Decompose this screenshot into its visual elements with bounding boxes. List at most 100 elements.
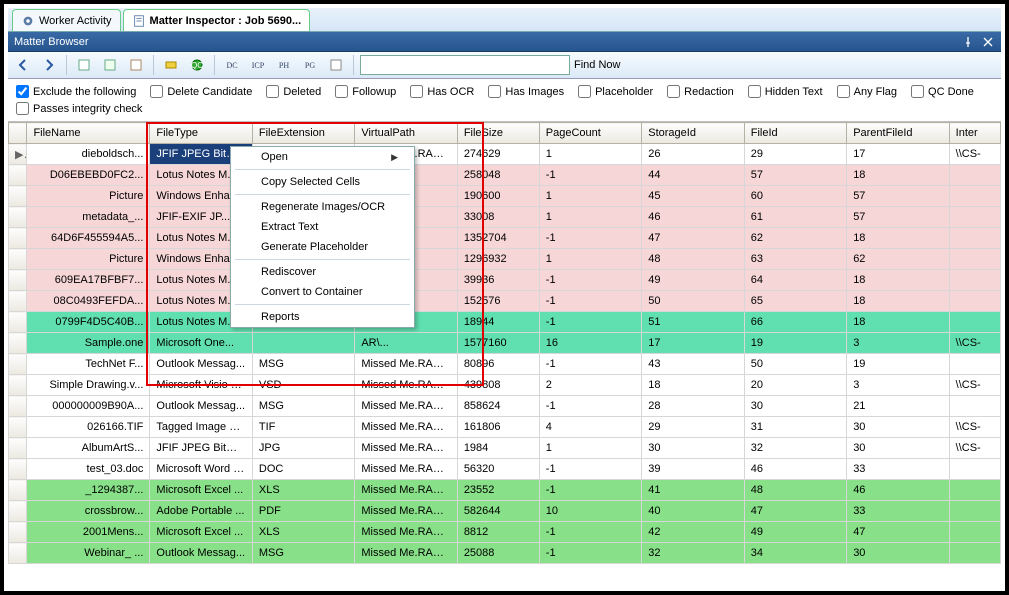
table-row[interactable]: crossbrow...Adobe Portable ...PDFMissed … [9, 501, 1001, 522]
cell[interactable]: -1 [539, 291, 641, 312]
cell[interactable] [949, 249, 1000, 270]
cell[interactable]: Outlook Messag... [150, 543, 252, 564]
cell[interactable]: -1 [539, 459, 641, 480]
cell[interactable]: Adobe Portable ... [150, 501, 252, 522]
cell[interactable]: 50 [642, 291, 744, 312]
cell[interactable]: 18 [847, 228, 949, 249]
cell[interactable]: -1 [539, 543, 641, 564]
cell[interactable]: 29 [744, 144, 846, 165]
cell[interactable]: 1 [539, 249, 641, 270]
cell[interactable]: 4 [539, 417, 641, 438]
cell[interactable]: metadata_... [27, 207, 150, 228]
cell[interactable]: 000000009B90A... [27, 396, 150, 417]
menu-item[interactable]: Extract Text [231, 217, 414, 237]
column-header[interactable]: StorageId [642, 123, 744, 144]
exclude-following-checkbox[interactable]: Exclude the following [16, 85, 136, 98]
cell[interactable]: XLS [252, 480, 354, 501]
table-row[interactable]: 64D6F455594A5...Lotus Notes M...AR\...13… [9, 228, 1001, 249]
cell[interactable]: TechNet F... [27, 354, 150, 375]
data-grid[interactable]: FileNameFileTypeFileExtensionVirtualPath… [8, 122, 1001, 564]
table-row[interactable]: 609EA17BFBF7...Lotus Notes M...AR\...399… [9, 270, 1001, 291]
cell[interactable]: 1296932 [457, 249, 539, 270]
tag-yellow-button[interactable] [160, 54, 182, 76]
row-handle[interactable] [9, 480, 27, 501]
cell[interactable]: 41 [642, 480, 744, 501]
cell[interactable]: 33008 [457, 207, 539, 228]
row-handle[interactable] [9, 438, 27, 459]
cell[interactable] [949, 228, 1000, 249]
filter-checkbox[interactable]: QC Done [911, 85, 974, 98]
filter-checkbox[interactable]: Hidden Text [748, 85, 823, 98]
row-handle[interactable] [9, 543, 27, 564]
cell[interactable]: 19 [847, 354, 949, 375]
cell[interactable]: 40 [642, 501, 744, 522]
doc-button-2[interactable] [99, 54, 121, 76]
cell[interactable]: 2 [539, 375, 641, 396]
table-row[interactable]: PictureWindows Enha...AR\...190600145605… [9, 186, 1001, 207]
cell[interactable]: Simple Drawing.v... [27, 375, 150, 396]
cell[interactable]: Picture [27, 249, 150, 270]
menu-item[interactable]: Reports [231, 307, 414, 327]
row-handle[interactable] [9, 522, 27, 543]
cell[interactable]: 57 [847, 186, 949, 207]
cell[interactable]: 18 [642, 375, 744, 396]
row-handle[interactable] [9, 501, 27, 522]
cell[interactable]: 57 [847, 207, 949, 228]
cell[interactable]: 49 [642, 270, 744, 291]
row-handle[interactable] [9, 459, 27, 480]
filter-checkbox[interactable]: Delete Candidate [150, 85, 252, 98]
cell[interactable]: 26 [642, 144, 744, 165]
cell[interactable]: Missed Me.RAR\... [355, 459, 457, 480]
cell[interactable]: 28 [642, 396, 744, 417]
filter-checkbox[interactable]: Any Flag [837, 85, 897, 98]
column-header[interactable]: FileType [150, 123, 252, 144]
table-row[interactable]: 2001Mens...Microsoft Excel ...XLSMissed … [9, 522, 1001, 543]
filter-checkbox[interactable]: Has OCR [410, 85, 474, 98]
cell[interactable] [949, 291, 1000, 312]
cell[interactable] [949, 312, 1000, 333]
table-row[interactable]: Sample.oneMicrosoft One...AR\...15771601… [9, 333, 1001, 354]
cell[interactable]: -1 [539, 165, 641, 186]
cell[interactable]: -1 [539, 396, 641, 417]
row-handle[interactable] [9, 417, 27, 438]
table-row[interactable]: test_03.docMicrosoft Word 9...DOCMissed … [9, 459, 1001, 480]
cell[interactable]: test_03.doc [27, 459, 150, 480]
cell[interactable]: 30 [847, 417, 949, 438]
cell[interactable] [949, 207, 1000, 228]
table-row[interactable]: 000000009B90A...Outlook Messag...MSGMiss… [9, 396, 1001, 417]
pin-icon[interactable] [961, 35, 975, 49]
row-handle[interactable] [9, 270, 27, 291]
cell[interactable]: Microsoft Excel ... [150, 522, 252, 543]
cell[interactable]: 45 [642, 186, 744, 207]
cell[interactable]: 66 [744, 312, 846, 333]
cell[interactable]: AR\... [355, 333, 457, 354]
cell[interactable]: 31 [744, 417, 846, 438]
cell[interactable]: -1 [539, 480, 641, 501]
table-row[interactable]: Webinar_ ...Outlook Messag...MSGMissed M… [9, 543, 1001, 564]
filter-checkbox[interactable]: Deleted [266, 85, 321, 98]
cell[interactable]: XLS [252, 522, 354, 543]
cell[interactable]: 48 [642, 249, 744, 270]
cell[interactable]: 33 [847, 459, 949, 480]
cell[interactable]: 026166.TIF [27, 417, 150, 438]
tab-worker-activity[interactable]: Worker Activity [12, 9, 121, 31]
table-row[interactable]: Simple Drawing.v...Microsoft Visio D...V… [9, 375, 1001, 396]
find-now-link[interactable]: Find Now [574, 59, 620, 71]
filter-checkbox[interactable]: Followup [335, 85, 396, 98]
cell[interactable]: 32 [642, 543, 744, 564]
cell[interactable]: 30 [642, 438, 744, 459]
cell[interactable]: 65 [744, 291, 846, 312]
cell[interactable]: 30 [847, 438, 949, 459]
column-header[interactable]: FileExtension [252, 123, 354, 144]
cell[interactable]: Missed Me.RAR\... [355, 438, 457, 459]
cell[interactable] [949, 459, 1000, 480]
cell[interactable]: 18 [847, 270, 949, 291]
cell[interactable]: Microsoft One... [150, 333, 252, 354]
filter-checkbox[interactable]: Has Images [488, 85, 564, 98]
row-handle[interactable] [9, 354, 27, 375]
cell[interactable]: Webinar_ ... [27, 543, 150, 564]
doc-button-3[interactable] [125, 54, 147, 76]
row-handle[interactable] [9, 291, 27, 312]
cell[interactable]: 29 [642, 417, 744, 438]
cell[interactable]: VSD [252, 375, 354, 396]
